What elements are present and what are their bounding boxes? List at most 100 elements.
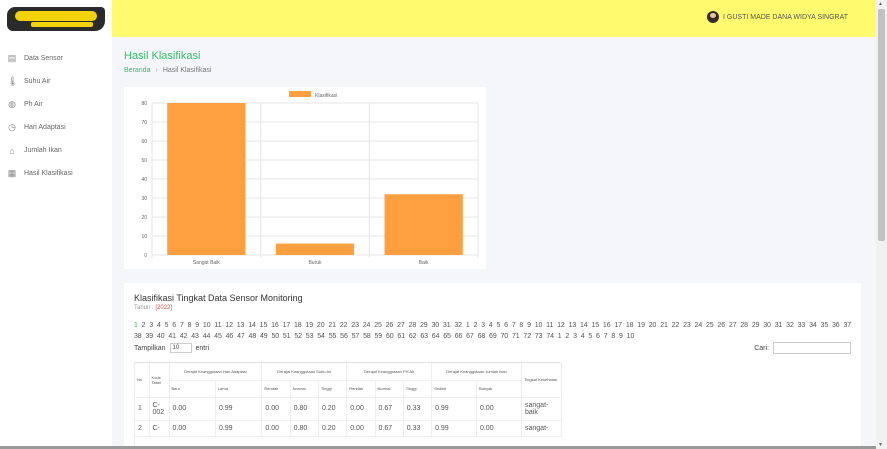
page-link[interactable]: 15 bbox=[591, 322, 599, 329]
page-link[interactable]: 23 bbox=[351, 322, 359, 329]
page-link[interactable]: 36 bbox=[832, 322, 840, 329]
page-link[interactable]: 6 bbox=[172, 322, 176, 329]
page-link[interactable]: 70 bbox=[501, 333, 509, 340]
col-suhu-tinggi[interactable]: Tinggi bbox=[318, 380, 348, 398]
col-ph-normal[interactable]: Normal bbox=[375, 380, 404, 398]
page-link[interactable]: 8 bbox=[611, 333, 615, 340]
page-link[interactable]: 2 bbox=[565, 333, 569, 340]
page-link[interactable]: 69 bbox=[489, 333, 497, 340]
page-link[interactable]: 74 bbox=[546, 333, 554, 340]
page-link[interactable]: 17 bbox=[283, 322, 291, 329]
page-link[interactable]: 32 bbox=[454, 322, 462, 329]
page-link[interactable]: 20 bbox=[317, 322, 325, 329]
page-link[interactable]: 8 bbox=[519, 322, 523, 329]
page-link[interactable]: 14 bbox=[580, 322, 588, 329]
page-link[interactable]: 45 bbox=[214, 333, 222, 340]
page-link[interactable]: 51 bbox=[283, 333, 291, 340]
page-link[interactable]: 5 bbox=[165, 322, 169, 329]
page-link[interactable]: 26 bbox=[386, 322, 394, 329]
page-link[interactable]: 27 bbox=[729, 322, 737, 329]
page-link[interactable]: 42 bbox=[180, 333, 188, 340]
page-link[interactable]: 63 bbox=[420, 333, 428, 340]
page-link[interactable]: 22 bbox=[340, 322, 348, 329]
page-link[interactable]: 7 bbox=[180, 322, 184, 329]
page-link[interactable]: 16 bbox=[603, 322, 611, 329]
page-link[interactable]: 8 bbox=[188, 322, 192, 329]
col-suhu-normal[interactable]: Normal bbox=[290, 380, 319, 398]
col-hari-baru[interactable]: Baru bbox=[169, 380, 216, 398]
page-link[interactable]: 11 bbox=[214, 322, 221, 329]
page-link[interactable]: 56 bbox=[340, 333, 348, 340]
page-link[interactable]: 18 bbox=[626, 322, 634, 329]
sidebar-item-jumlah-ikan[interactable]: ⌂ Jumlah Ikan bbox=[0, 139, 112, 162]
page-link[interactable]: 30 bbox=[763, 322, 771, 329]
page-link[interactable]: 72 bbox=[523, 333, 531, 340]
page-link[interactable]: 1 bbox=[558, 333, 562, 340]
page-link[interactable]: 3 bbox=[573, 333, 577, 340]
page-link[interactable]: 4 bbox=[489, 322, 493, 329]
page-link[interactable]: 47 bbox=[237, 333, 245, 340]
sidebar-item-hari-adaptasi[interactable]: ◷ Hari Adaptasi bbox=[0, 116, 112, 139]
page-link[interactable]: 19 bbox=[637, 322, 645, 329]
page-link[interactable]: 26 bbox=[717, 322, 725, 329]
page-link[interactable]: 18 bbox=[294, 322, 302, 329]
page-link[interactable]: 64 bbox=[432, 333, 440, 340]
page-link[interactable]: 10 bbox=[535, 322, 543, 329]
col-ph-tinggi[interactable]: Tinggi bbox=[403, 380, 433, 398]
page-link[interactable]: 23 bbox=[683, 322, 691, 329]
col-ph-rendah[interactable]: Rendah bbox=[346, 380, 376, 398]
page-link[interactable]: 7 bbox=[604, 333, 608, 340]
page-link[interactable]: 25 bbox=[706, 322, 714, 329]
page-link[interactable]: 28 bbox=[740, 322, 748, 329]
page-link[interactable]: 16 bbox=[271, 322, 279, 329]
col-hari-lama[interactable]: Lama bbox=[215, 380, 263, 398]
page-link[interactable]: 21 bbox=[328, 322, 336, 329]
page-link[interactable]: 25 bbox=[374, 322, 382, 329]
page-link[interactable]: 55 bbox=[329, 333, 337, 340]
page-link[interactable]: 68 bbox=[478, 333, 486, 340]
page-link[interactable]: 21 bbox=[660, 322, 668, 329]
page-link[interactable]: 62 bbox=[409, 333, 417, 340]
col-tingkat[interactable]: Tingkat Kesehatan bbox=[521, 363, 562, 398]
col-no[interactable]: No bbox=[135, 363, 150, 398]
page-link[interactable]: 5 bbox=[588, 333, 592, 340]
page-link[interactable]: 61 bbox=[397, 333, 405, 340]
page-link[interactable]: 10 bbox=[627, 333, 635, 340]
page-link[interactable]: 4 bbox=[157, 322, 161, 329]
page-link[interactable]: 24 bbox=[363, 322, 371, 329]
page-link[interactable]: 3 bbox=[481, 322, 485, 329]
page-link[interactable]: 32 bbox=[786, 322, 794, 329]
page-link[interactable]: 37 bbox=[843, 322, 851, 329]
page-link[interactable]: 46 bbox=[226, 333, 234, 340]
page-link[interactable]: 58 bbox=[363, 333, 371, 340]
page-link[interactable]: 65 bbox=[443, 333, 451, 340]
page-link[interactable]: 52 bbox=[294, 333, 302, 340]
page-link[interactable]: 29 bbox=[420, 322, 428, 329]
page-link[interactable]: 15 bbox=[260, 322, 268, 329]
entries-select[interactable]: 10 bbox=[169, 343, 192, 353]
page-link[interactable]: 28 bbox=[409, 322, 417, 329]
page-link[interactable]: 67 bbox=[466, 333, 474, 340]
page-link[interactable]: 1 bbox=[134, 322, 138, 329]
page-link[interactable]: 6 bbox=[596, 333, 600, 340]
page-link[interactable]: 22 bbox=[672, 322, 680, 329]
breadcrumb-home-link[interactable]: Beranda bbox=[124, 67, 150, 74]
page-link[interactable]: 50 bbox=[271, 333, 279, 340]
page-link[interactable]: 43 bbox=[191, 333, 199, 340]
page-link[interactable]: 14 bbox=[248, 322, 256, 329]
page-link[interactable]: 13 bbox=[569, 322, 577, 329]
scroll-down-arrow-icon[interactable]: ▼ bbox=[878, 442, 883, 448]
page-link[interactable]: 48 bbox=[249, 333, 257, 340]
page-link[interactable]: 7 bbox=[512, 322, 516, 329]
page-link[interactable]: 4 bbox=[581, 333, 585, 340]
page-link[interactable]: 53 bbox=[306, 333, 314, 340]
page-link[interactable]: 66 bbox=[455, 333, 463, 340]
app-logo[interactable] bbox=[0, 0, 112, 37]
scroll-up-arrow-icon[interactable]: ▲ bbox=[878, 1, 883, 7]
page-link[interactable]: 33 bbox=[798, 322, 806, 329]
page-link[interactable]: 12 bbox=[225, 322, 233, 329]
page-link[interactable]: 35 bbox=[821, 322, 829, 329]
page-link[interactable]: 20 bbox=[649, 322, 657, 329]
page-link[interactable]: 27 bbox=[397, 322, 405, 329]
page-link[interactable]: 19 bbox=[305, 322, 313, 329]
